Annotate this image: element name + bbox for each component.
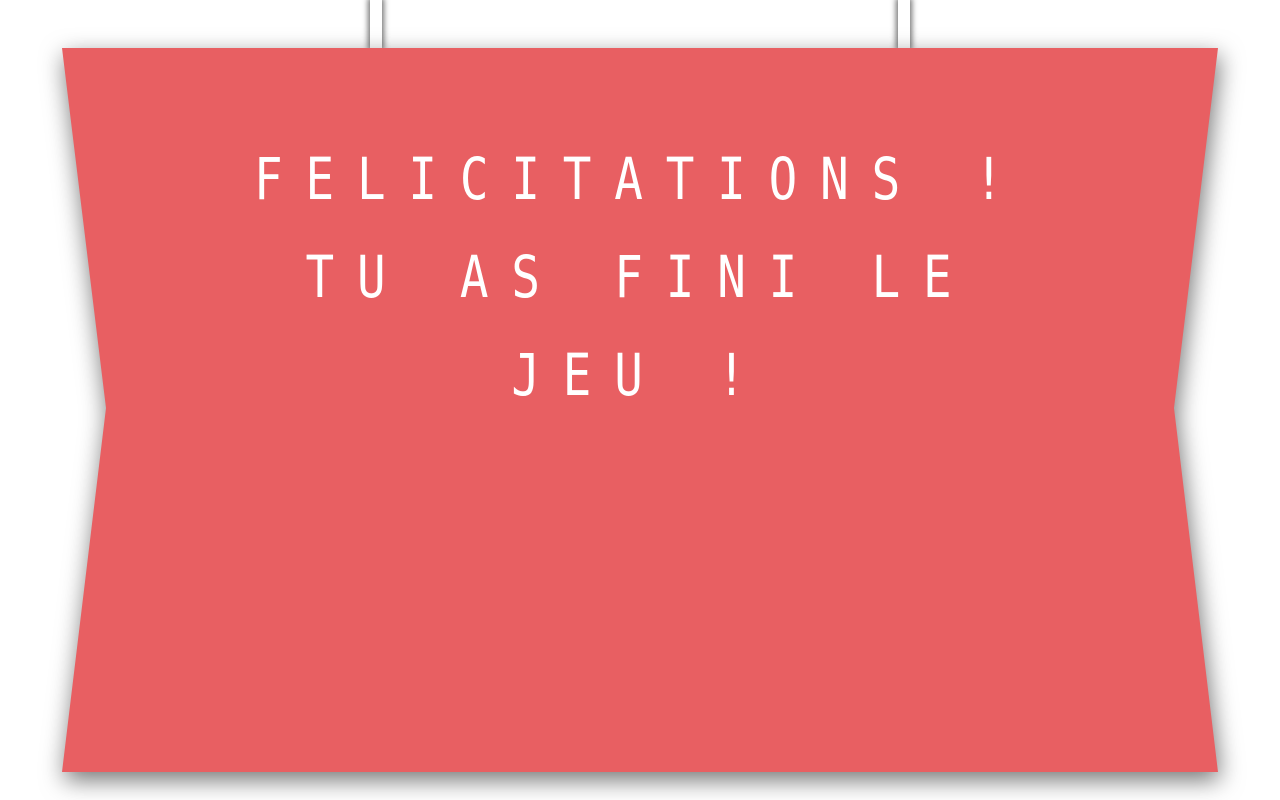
congratulations-message: FELICITATIONS ! TU AS FINI LE JEU ! <box>238 130 1042 424</box>
message-line-2: TU AS FINI LE <box>305 243 975 311</box>
end-screen: FELICITATIONS ! TU AS FINI LE JEU ! <box>0 0 1280 800</box>
message-line-1: FELICITATIONS ! <box>254 145 1026 213</box>
message-line-3: JEU ! <box>511 341 769 409</box>
